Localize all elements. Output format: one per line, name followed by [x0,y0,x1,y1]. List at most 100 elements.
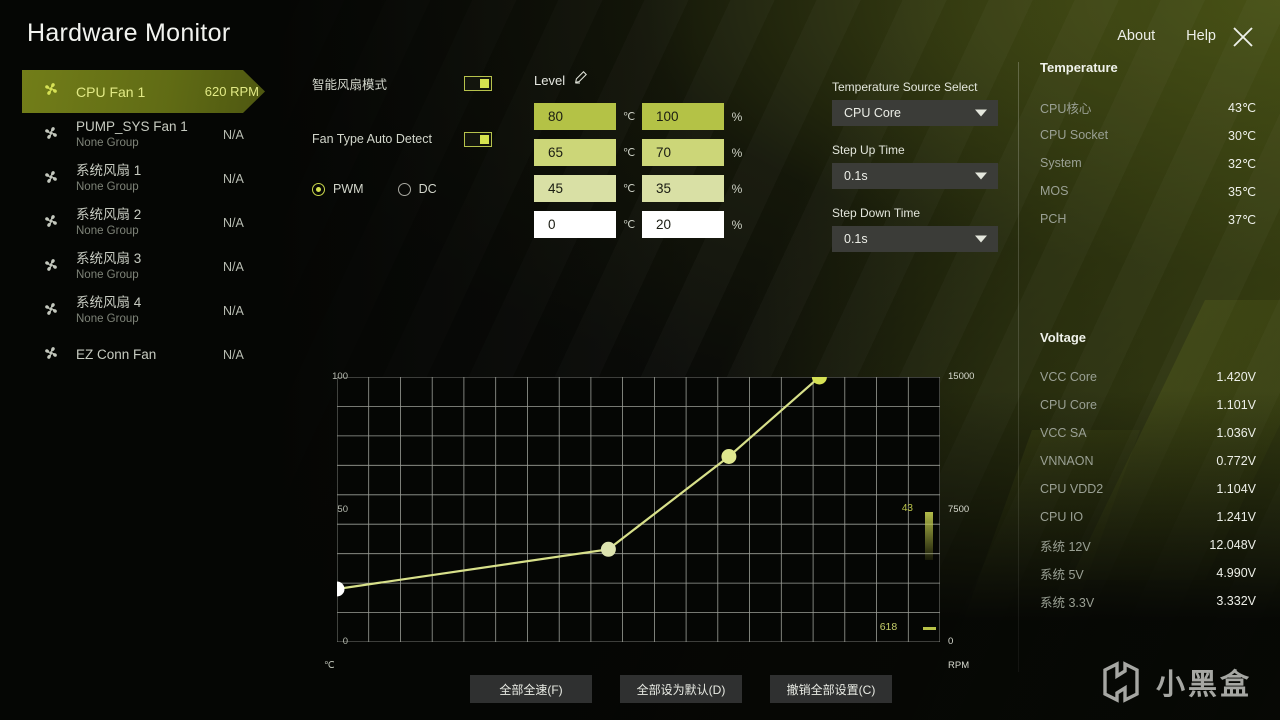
select-panel: Temperature Source Select CPU Core Step Up… [832,80,1002,269]
chart-right-tick: 0 [948,636,954,647]
undo-all-button[interactable]: 撤销全部设置(C) [770,675,892,703]
sidebar-item-labels: CPU Fan 1 [76,84,185,100]
fan-icon [42,212,62,235]
chart-left-tick: 50 [337,503,348,515]
sidebar-item-name: 系统风扇 2 [76,207,142,222]
reading-value: 12.048V [1209,538,1256,552]
sidebar-item-fan-1[interactable]: PUMP_SYS Fan 1 None Group N/A [22,113,285,157]
heybox-logo-icon [1103,661,1139,703]
sidebar-item-fan-6[interactable]: EZ Conn Fan N/A [22,333,285,377]
level-duty-input-0[interactable] [642,103,724,130]
voltage-row: VCC Core 1.420V [1040,363,1256,391]
voltage-row: 系统 12V 12.048V [1040,531,1256,559]
sidebar-item-rpm: N/A [223,128,244,142]
level-row-1: ℃% [534,139,784,166]
temperature-source-select-wrapper: Temperature Source Select CPU Core [832,80,1002,126]
reading-value: 1.104V [1216,482,1256,496]
voltage-panel-title: Voltage [1040,330,1086,345]
sidebar-item-labels: EZ Conn Fan [76,347,223,363]
close-icon[interactable] [1230,24,1256,50]
level-duty-input-3[interactable] [642,211,724,238]
sidebar-item-fan-2[interactable]: 系统风扇 1 None Group N/A [22,157,285,201]
radio-dc[interactable]: DC [397,182,437,196]
sidebar-item-name: 系统风扇 3 [76,251,142,266]
chevron-down-icon [975,109,987,117]
temperature-panel-title: Temperature [1040,60,1118,75]
sidebar-item-labels: 系统风扇 3 None Group [76,251,223,283]
chart-y-unit-right: RPM [948,660,970,671]
sidebar-item-group: None Group [76,225,139,237]
reading-label: 系统 5V [1040,567,1084,582]
smart-fan-mode-row: 智能风扇模式 [312,70,492,96]
fan-mode-radio-group: PWM DC [312,182,512,196]
level-temp-unit: ℃ [622,147,636,159]
level-temp-input-2[interactable] [534,175,616,202]
hardware-monitor-window: Hardware Monitor About Help CPU Fan 1 620… [0,0,1280,720]
reading-label: System [1040,156,1082,170]
smart-fan-mode-label: 智能风扇模式 [312,77,388,92]
radio-dot-icon [312,182,325,196]
level-duty-input-2[interactable] [642,175,724,202]
step-up-time-select[interactable]: 0.1s [832,163,998,189]
level-row-0: ℃% [534,103,784,130]
page-title: Hardware Monitor [27,19,231,47]
level-temp-input-0[interactable] [534,103,616,130]
header-links: About Help [1117,28,1216,44]
level-temp-unit: ℃ [622,219,636,231]
radio-pwm[interactable]: PWM [312,182,364,196]
reading-label: PCH [1040,212,1067,226]
pencil-icon[interactable] [573,70,588,90]
sidebar-item-rpm: N/A [223,348,244,362]
temperature-source-select[interactable]: CPU Core [832,100,998,126]
temperature-row: MOS 35℃ [1040,177,1256,205]
smart-fan-mode-toggle[interactable] [464,75,492,91]
sidebar-item-rpm: 620 RPM [204,84,259,99]
chart-right-tick: 15000 [948,371,975,382]
level-row-3: ℃% [534,211,784,238]
sidebar-item-labels: PUMP_SYS Fan 1 None Group [76,119,223,151]
reading-label: MOS [1040,184,1069,198]
step-up-time-select-label: Step Up Time [832,143,905,157]
chart-left-tick: 0 [342,636,348,647]
watermark: 小黑盒 [1099,660,1252,704]
fan-curve-chart[interactable]: 100 50 0 15000 7500 0 43 618 ℃ RPM [312,362,992,682]
current-rpm-marker [923,627,937,630]
reading-value: 30℃ [1228,128,1256,143]
watermark-text: 小黑盒 [1155,669,1252,701]
fan-icon [42,124,62,147]
sidebar-item-fan-0[interactable]: CPU Fan 1 620 RPM [22,70,265,113]
temperature-row: System 32℃ [1040,149,1256,177]
step-down-time-select[interactable]: 0.1s [832,226,998,252]
level-duty-unit: % [731,181,743,196]
fan-controls: 智能风扇模式 Fan Type Auto Detect PWM DC [312,70,512,196]
sidebar-item-group: None Group [76,269,139,281]
all-full-speed-button[interactable]: 全部全速(F) [470,675,592,703]
sidebar-item-fan-5[interactable]: 系统风扇 4 None Group N/A [22,289,285,333]
chart-left-tick: 100 [332,371,348,382]
level-duty-input-1[interactable] [642,139,724,166]
reading-value: 35℃ [1228,184,1256,199]
reading-value: 37℃ [1228,212,1256,227]
help-link[interactable]: Help [1186,28,1216,44]
voltage-row: CPU VDD2 1.104V [1040,475,1256,503]
sidebar-item-group: None Group [76,313,139,325]
sidebar-item-fan-4[interactable]: 系统风扇 3 None Group N/A [22,245,285,289]
chart-grid [337,377,940,642]
about-link[interactable]: About [1117,28,1155,44]
voltage-row: 系统 5V 4.990V [1040,559,1256,587]
level-temp-input-1[interactable] [534,139,616,166]
chart-plot-area[interactable] [337,377,940,642]
temperature-row: PCH 37℃ [1040,205,1256,233]
all-default-button[interactable]: 全部设为默认(D) [620,675,742,703]
fan-type-auto-detect-toggle[interactable] [464,131,492,147]
sidebar-item-rpm: N/A [223,172,244,186]
fan-icon [42,168,62,191]
reading-label: VNNAON [1040,454,1094,468]
radio-dc-label: DC [418,182,437,196]
sidebar-item-name: PUMP_SYS Fan 1 [76,119,188,134]
radio-pwm-label: PWM [333,182,364,196]
level-temp-input-3[interactable] [534,211,616,238]
current-temperature-bar [924,512,933,560]
sidebar-item-fan-3[interactable]: 系统风扇 2 None Group N/A [22,201,285,245]
voltage-row: 系统 3.3V 3.332V [1040,587,1256,615]
